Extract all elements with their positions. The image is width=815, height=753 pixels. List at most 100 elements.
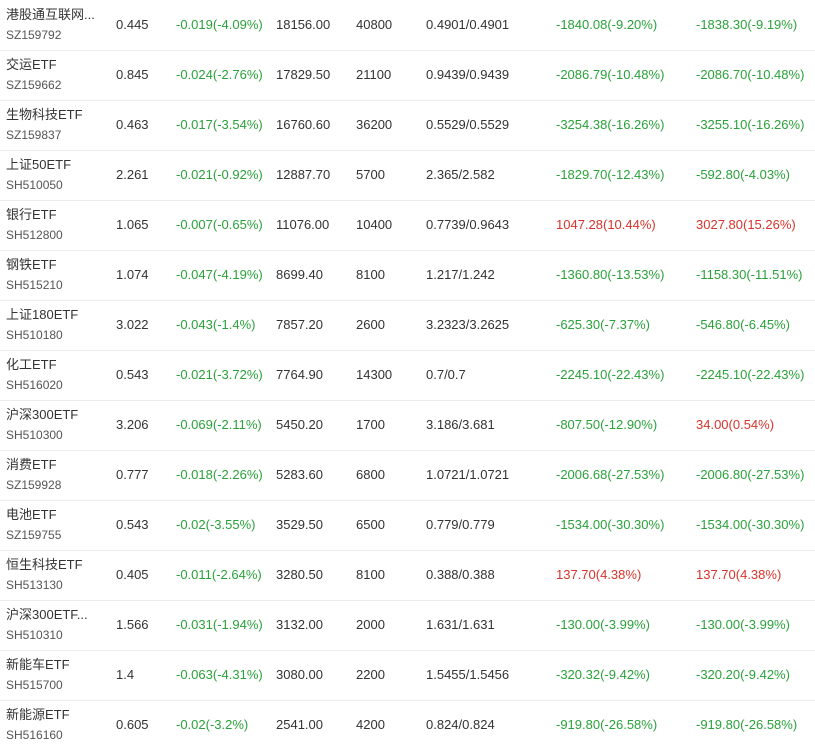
table-row[interactable]: 钢铁ETF SH515210 1.074 -0.047(-4.19%) 8699.40 8… <box>0 250 815 300</box>
cost-cell: 3.2323/3.2625 <box>426 317 510 332</box>
price-cell: 0.605 <box>116 717 149 733</box>
cost-cell: 0.4901/0.4901 <box>426 16 510 32</box>
fund-code: SH510300 <box>6 428 63 442</box>
fund-code: SH513130 <box>6 578 63 592</box>
quantity-cell: 40800 <box>356 16 393 32</box>
change-cell: -0.043(-1.4%) <box>176 317 256 332</box>
cost-cell: 0.9439/0.9439 <box>426 67 510 82</box>
fund-name-link[interactable]: 消费ETF <box>6 457 110 473</box>
table-row[interactable]: 恒生科技ETF SH513130 0.405 -0.011(-2.64%) 3280.5… <box>0 550 815 600</box>
fund-name-link[interactable]: 新能源ETF <box>6 707 110 723</box>
quantity-cell: 2000 <box>356 617 385 632</box>
quantity-cell: 36200 <box>356 117 393 132</box>
position-pl-cell: -320.32(-9.42%) <box>556 667 650 682</box>
change-cell: -0.024(-2.76%) <box>176 67 263 82</box>
fund-name-link[interactable]: 恒生科技ETF <box>6 557 110 573</box>
table-row[interactable]: 新能车ETF SH515700 1.4 -0.063(-4.31%) 3080.00 22… <box>0 650 815 700</box>
fund-cell: 港股通互联网... SZ159792 <box>0 0 110 50</box>
change-cell: -0.017(-3.54%) <box>176 117 263 132</box>
position-pl-cell: -2086.79(-10.48%) <box>556 67 665 82</box>
fund-name-link[interactable]: 银行ETF <box>6 207 110 223</box>
quantity-cell: 5700 <box>356 167 385 182</box>
table-row[interactable]: 沪深300ETF SH510300 3.206 -0.069(-2.11%) 5450.… <box>0 400 815 450</box>
holdings-table: 港股通互联网... SZ159792 0.445 -0.019(-4.09%) 1815… <box>0 0 815 750</box>
position-pl-cell: -919.80(-26.58%) <box>556 717 658 733</box>
change-cell: -0.047(-4.19%) <box>176 267 263 282</box>
fund-code: SZ159837 <box>6 128 62 142</box>
position-pl-cell: -2245.10(-22.43%) <box>556 367 665 382</box>
change-cell: -0.011(-2.64%) <box>176 567 262 582</box>
cost-cell: 0.824/0.824 <box>426 717 495 733</box>
today-pl-cell: 34.00(0.54%) <box>696 417 775 432</box>
today-pl-cell: -130.00(-3.99%) <box>696 617 790 632</box>
position-pl-cell: 137.70(4.38%) <box>556 567 642 582</box>
fund-code: SH515210 <box>6 278 63 292</box>
table-row[interactable]: 交运ETF SZ159662 0.845 -0.024(-2.76%) 17829.50… <box>0 50 815 100</box>
price-cell: 0.777 <box>116 467 149 482</box>
table-row[interactable]: 电池ETF SZ159755 0.543 -0.02(-3.55%) 3529.50 65… <box>0 500 815 550</box>
cost-cell: 2.365/2.582 <box>426 167 495 182</box>
fund-name-link[interactable]: 沪深300ETF... <box>6 607 110 623</box>
market-value-cell: 12887.70 <box>276 167 331 182</box>
fund-cell: 电池ETF SZ159755 <box>0 500 110 550</box>
fund-cell: 沪深300ETF SH510300 <box>0 400 110 450</box>
price-cell: 1.566 <box>116 617 149 632</box>
table-row[interactable]: 沪深300ETF... SH510310 1.566 -0.031(-1.94%) 31… <box>0 600 815 650</box>
fund-cell: 化工ETF SH516020 <box>0 350 110 400</box>
quantity-cell: 8100 <box>356 267 385 282</box>
fund-name-link[interactable]: 交运ETF <box>6 57 110 73</box>
today-pl-cell: -1158.30(-11.51%) <box>696 267 803 282</box>
change-cell: -0.063(-4.31%) <box>176 667 263 682</box>
position-pl-cell: -807.50(-12.90%) <box>556 417 658 432</box>
price-cell: 1.065 <box>116 217 149 232</box>
market-value-cell: 3280.50 <box>276 567 323 582</box>
fund-cell: 交运ETF SZ159662 <box>0 50 110 100</box>
market-value-cell: 3132.00 <box>276 617 323 632</box>
fund-cell: 消费ETF SZ159928 <box>0 450 110 500</box>
table-row[interactable]: 新能源ETF SH516160 0.605 -0.02(-3.2%) 2541.00 42… <box>0 700 815 750</box>
market-value-cell: 5283.60 <box>276 467 323 482</box>
price-cell: 0.463 <box>116 117 149 132</box>
today-pl-cell: -2006.80(-27.53%) <box>696 467 805 482</box>
fund-name-link[interactable]: 钢铁ETF <box>6 257 110 273</box>
quantity-cell: 1700 <box>356 417 385 432</box>
price-cell: 0.445 <box>116 16 149 32</box>
fund-name-link[interactable]: 新能车ETF <box>6 657 110 673</box>
fund-code: SH515700 <box>6 678 63 692</box>
price-cell: 2.261 <box>116 167 149 182</box>
fund-name-link[interactable]: 上证180ETF <box>6 307 110 323</box>
fund-name-link[interactable]: 沪深300ETF <box>6 407 110 423</box>
position-pl-cell: -2006.68(-27.53%) <box>556 467 665 482</box>
table-row[interactable]: 港股通互联网... SZ159792 0.445 -0.019(-4.09%) 1815… <box>0 0 815 50</box>
price-cell: 3.206 <box>116 417 149 432</box>
fund-cell: 上证180ETF SH510180 <box>0 300 110 350</box>
table-row[interactable]: 化工ETF SH516020 0.543 -0.021(-3.72%) 7764.90 1… <box>0 350 815 400</box>
quantity-cell: 2200 <box>356 667 385 682</box>
fund-cell: 沪深300ETF... SH510310 <box>0 600 110 650</box>
fund-code: SZ159792 <box>6 27 62 42</box>
cost-cell: 0.779/0.779 <box>426 517 495 532</box>
cost-cell: 0.388/0.388 <box>426 567 495 582</box>
fund-name-link[interactable]: 电池ETF <box>6 507 110 523</box>
table-row[interactable]: 生物科技ETF SZ159837 0.463 -0.017(-3.54%) 16760.… <box>0 100 815 150</box>
cost-cell: 0.5529/0.5529 <box>426 117 510 132</box>
position-pl-cell: -1360.80(-13.53%) <box>556 267 665 282</box>
cost-cell: 3.186/3.681 <box>426 417 495 432</box>
fund-name-link[interactable]: 化工ETF <box>6 357 110 373</box>
table-row[interactable]: 上证50ETF SH510050 2.261 -0.021(-0.92%) 12887.… <box>0 150 815 200</box>
fund-cell: 生物科技ETF SZ159837 <box>0 100 110 150</box>
fund-name-link[interactable]: 生物科技ETF <box>6 107 110 123</box>
fund-cell: 上证50ETF SH510050 <box>0 150 110 200</box>
table-row[interactable]: 银行ETF SH512800 1.065 -0.007(-0.65%) 11076.00… <box>0 200 815 250</box>
price-cell: 0.405 <box>116 567 149 582</box>
fund-name-link[interactable]: 港股通互联网... <box>6 7 110 23</box>
change-cell: -0.02(-3.2%) <box>176 717 249 733</box>
table-row[interactable]: 上证180ETF SH510180 3.022 -0.043(-1.4%) 7857.2… <box>0 300 815 350</box>
change-cell: -0.02(-3.55%) <box>176 517 256 532</box>
position-pl-cell: -1829.70(-12.43%) <box>556 167 665 182</box>
quantity-cell: 4200 <box>356 717 385 733</box>
change-cell: -0.021(-0.92%) <box>176 167 263 182</box>
fund-name-link[interactable]: 上证50ETF <box>6 157 110 173</box>
market-value-cell: 18156.00 <box>276 16 331 32</box>
table-row[interactable]: 消费ETF SZ159928 0.777 -0.018(-2.26%) 5283.60 6… <box>0 450 815 500</box>
